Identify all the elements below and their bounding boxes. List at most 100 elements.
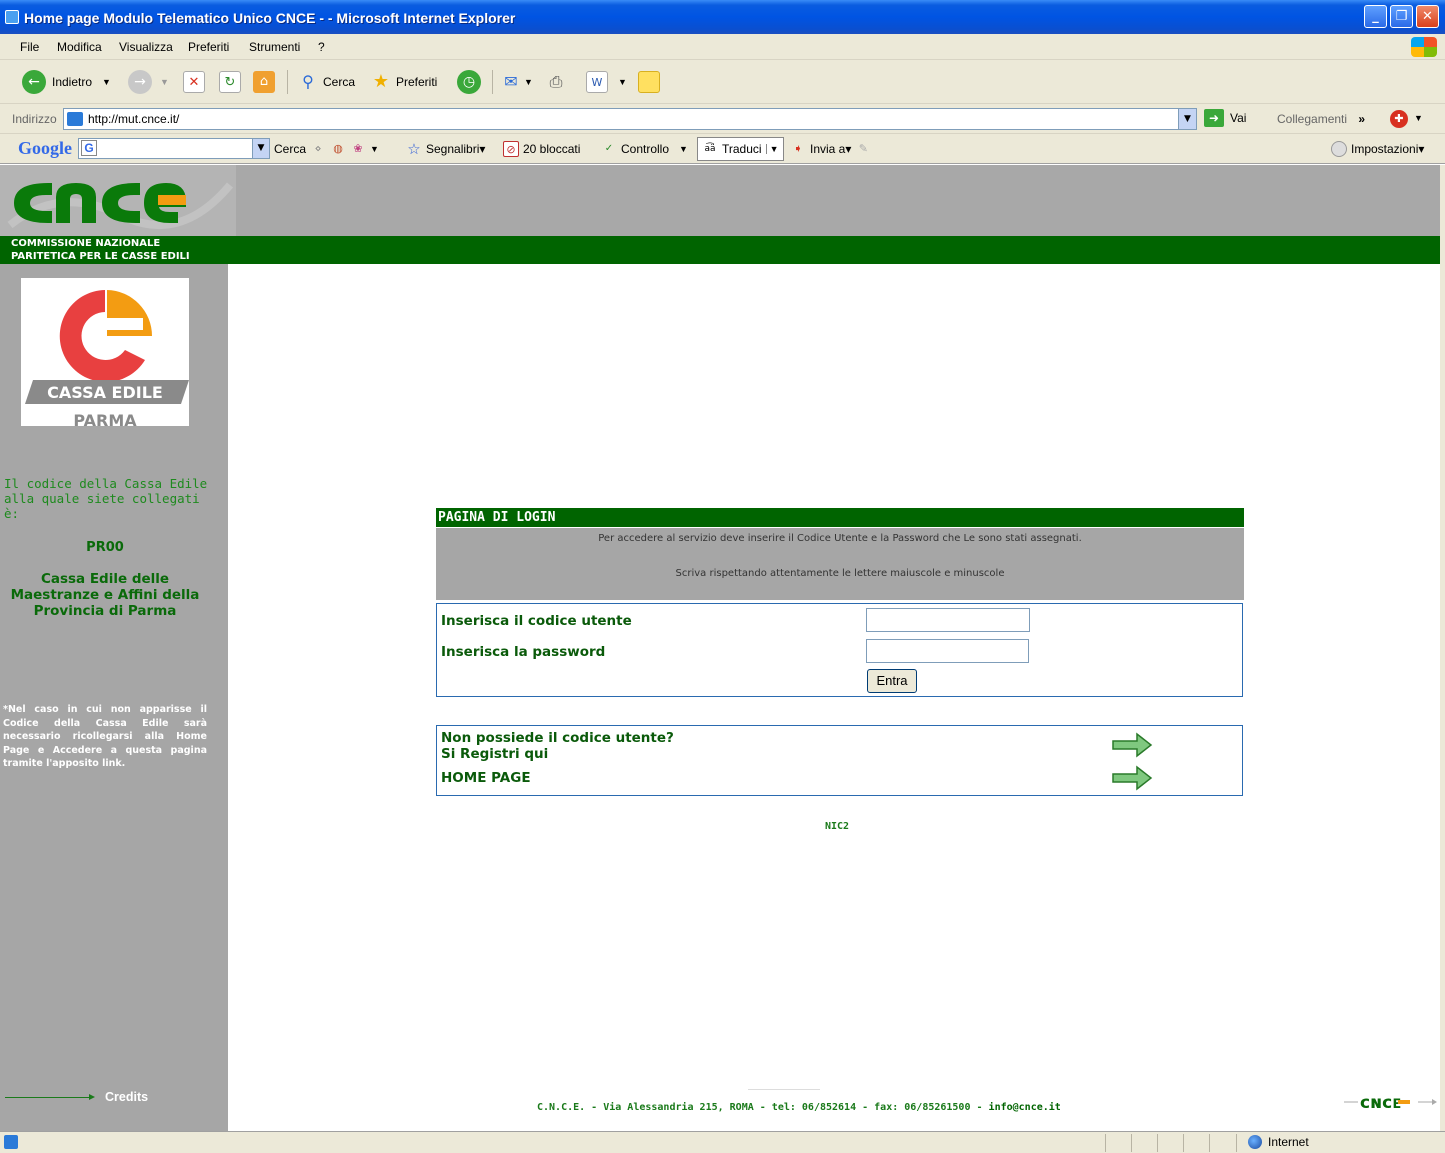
svg-text:ᴄɴᴄᴇ: ᴄɴᴄᴇ (1360, 1093, 1402, 1113)
menu-strumenti[interactable]: Strumenti (249, 40, 300, 54)
register-link[interactable]: Non possiede il codice utente? Si Regist… (441, 730, 674, 762)
google-search-dropdown-icon[interactable]: ▼ (252, 139, 269, 158)
left-sidebar: CASSA EDILE PARMA Il codice della Cassa … (0, 264, 228, 1131)
register-link-line2: Si Registri qui (441, 746, 549, 762)
logo-cassa-edile-text: CASSA EDILE (47, 383, 163, 402)
settings-button[interactable]: Impostazioni▾ (1331, 141, 1424, 157)
menu-modifica[interactable]: Modifica (57, 40, 102, 54)
cassa-code-label: Il codice della Cassa Edile alla quale s… (4, 476, 208, 521)
search-button[interactable]: ⚲ Cerca (297, 68, 355, 96)
maximize-button[interactable]: ❐ (1390, 5, 1413, 28)
pagerank-icon[interactable]: ◍ (330, 141, 346, 157)
address-bar: Indirizzo http://mut.cnce.it/ ▼ ➜ Vai Co… (0, 104, 1445, 134)
news-icon[interactable]: ❀ (350, 141, 366, 157)
username-input[interactable] (866, 608, 1030, 632)
google-search-button[interactable]: Cerca ⋄ ◍ ❀ ▼ (274, 141, 379, 157)
translate-addon-icon[interactable]: ✚ (1390, 110, 1408, 128)
register-arrow-icon[interactable] (1111, 731, 1153, 759)
web-page: COMMISSIONE NAZIONALE PARITETICA PER LE … (0, 165, 1440, 1131)
highlighter-icon[interactable]: ✎ (855, 141, 871, 157)
back-dropdown-icon[interactable]: ▼ (102, 77, 111, 87)
address-field[interactable]: http://mut.cnce.it/ ▼ (63, 108, 1197, 130)
menu-help[interactable]: ? (318, 40, 325, 54)
settings-label: Impostazioni▾ (1351, 142, 1425, 156)
google-search-label: Cerca (274, 142, 307, 156)
home-page-arrow-icon[interactable] (1111, 764, 1153, 792)
stop-button[interactable]: ✕ (183, 68, 205, 96)
back-arrow-icon: ← (22, 70, 46, 94)
back-button[interactable]: ← Indietro ▼ (22, 68, 111, 96)
news-dropdown-icon[interactable]: ▼ (370, 144, 379, 154)
addon-dropdown-icon[interactable]: ▼ (1414, 113, 1423, 123)
edit-button[interactable]: W ▼ (586, 68, 627, 96)
login-heading: PAGINA DI LOGIN (436, 508, 1244, 527)
home-button[interactable]: ⌂ (253, 68, 275, 96)
settings-icon (1331, 141, 1347, 157)
credits-link[interactable]: Credits (5, 1090, 148, 1104)
forward-button[interactable]: → ▼ (128, 68, 169, 96)
go-button[interactable]: ➜ Vai (1204, 109, 1246, 127)
window-titlebar: Home page Modulo Telematico Unico CNCE -… (0, 0, 1445, 34)
credits-label: Credits (105, 1090, 149, 1104)
footer-email-link[interactable]: info@cnce.it (989, 1102, 1061, 1113)
address-dropdown-icon[interactable]: ▼ (1178, 109, 1196, 129)
cnce-logo-icon (0, 165, 236, 236)
menu-file[interactable]: File (20, 40, 39, 54)
header-green-bar: COMMISSIONE NAZIONALE PARITETICA PER LE … (0, 236, 1440, 264)
bookmarks-button[interactable]: ☆ Segnalibri▾ (406, 141, 485, 157)
password-input[interactable] (866, 639, 1029, 663)
cnce-header-logo[interactable] (0, 165, 236, 236)
username-label: Inserisca il codice utente (441, 613, 632, 629)
popup-blocker[interactable]: ⊘ 20 bloccati (503, 141, 580, 157)
sidebar-note: *Nel caso in cui non apparisse il Codice… (3, 704, 207, 769)
logo-parma-text: PARMA (73, 411, 137, 426)
mail-button[interactable]: ✉ ▼ (500, 68, 533, 96)
login-submit-button[interactable]: Entra (867, 669, 917, 693)
send-to-button[interactable]: ➧ Invia a▾ ✎ (790, 141, 871, 157)
menu-visualizza[interactable]: Visualizza (119, 40, 173, 54)
minimize-button[interactable]: _ (1364, 5, 1387, 28)
refresh-button[interactable]: ↻ (219, 68, 241, 96)
server-id: NIC2 (825, 821, 850, 832)
history-button[interactable]: ◷ (457, 68, 481, 96)
translate-icon: a͡ä (704, 144, 716, 154)
star-icon: ★ (372, 71, 390, 92)
forward-dropdown-icon[interactable]: ▼ (160, 77, 169, 87)
spellcheck-dropdown-icon[interactable]: ▼ (679, 144, 688, 154)
google-g-icon[interactable]: G (81, 140, 97, 156)
menu-preferiti[interactable]: Preferiti (188, 40, 229, 54)
favorites-button[interactable]: ★ Preferiti (370, 68, 437, 96)
google-search-input[interactable]: G ▼ (78, 138, 270, 159)
globe-icon (1248, 1135, 1262, 1149)
site-header (0, 165, 1440, 236)
google-logo[interactable]: Google (18, 138, 72, 159)
spellcheck-icon: ✓ (604, 143, 614, 154)
links-label: Collegamenti (1277, 112, 1348, 126)
messenger-button[interactable] (638, 68, 660, 96)
word-icon: W (586, 71, 608, 93)
footer-contact: C.N.C.E. - Via Alessandria 215, ROMA - t… (537, 1102, 1061, 1113)
links-more-icon[interactable]: » (1358, 112, 1365, 126)
menu-bar: File Modifica Visualizza Preferiti Strum… (0, 34, 1445, 60)
security-zone: Internet (1248, 1135, 1309, 1149)
search-icon: ⚲ (302, 72, 314, 91)
translate-dropdown-icon[interactable]: ▼ (765, 144, 779, 154)
stop-icon: ✕ (183, 71, 205, 93)
mail-dropdown-icon[interactable]: ▼ (524, 77, 533, 87)
links-panel: Non possiede il codice utente? Si Regist… (436, 725, 1243, 796)
translate-button[interactable]: a͡ä Traduci ▼ (697, 137, 784, 161)
links-button[interactable]: Collegamenti » (1277, 112, 1365, 126)
address-url[interactable]: http://mut.cnce.it/ (88, 112, 179, 126)
spellcheck-button[interactable]: ✓ Controllo ▼ (601, 141, 688, 157)
close-button[interactable]: ✕ (1416, 5, 1439, 28)
go-arrow-icon: ➜ (1204, 109, 1224, 127)
home-page-link[interactable]: HOME PAGE (441, 770, 531, 786)
bookmarks-label: Segnalibri▾ (426, 142, 486, 156)
organization-name: COMMISSIONE NAZIONALE PARITETICA PER LE … (11, 238, 190, 262)
edit-dropdown-icon[interactable]: ▼ (618, 77, 627, 87)
register-link-line1: Non possiede il codice utente? (441, 730, 674, 746)
footer-cnce-logo-icon[interactable]: ᴄɴᴄᴇ (1344, 1090, 1440, 1114)
login-info-panel: Per accedere al servizio deve inserire i… (436, 528, 1244, 600)
print-button[interactable]: ⎙ (545, 68, 567, 96)
address-label: Indirizzo (12, 112, 57, 126)
